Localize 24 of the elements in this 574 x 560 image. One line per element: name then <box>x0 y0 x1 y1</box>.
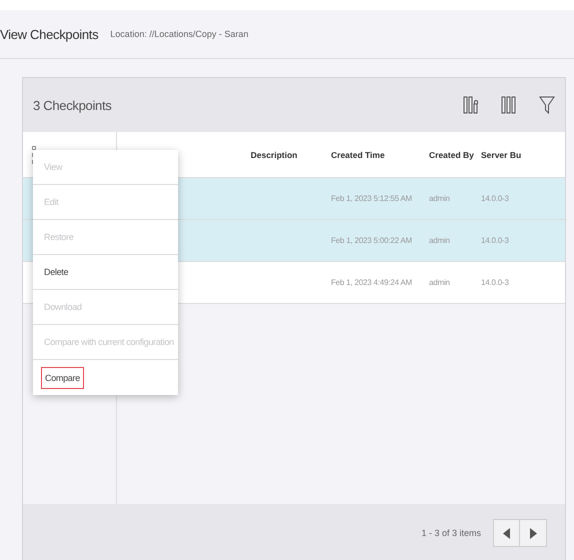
table-cell-text: admin <box>428 278 451 287</box>
table-cell-text: 14.0.0-3 <box>480 278 510 287</box>
column-header[interactable]: Created Time <box>327 150 425 160</box>
left-triangle-icon <box>503 528 510 538</box>
table-cell-text: 14.0.0-3 <box>480 194 510 203</box>
column-lock-icon[interactable] <box>463 95 479 115</box>
page-title: View Checkpoints <box>0 26 98 42</box>
column-header[interactable]: Description <box>217 150 327 160</box>
table-cell-text: Feb 1, 2023 4:49:24 AM <box>330 278 413 287</box>
menu-item[interactable]: Delete <box>41 262 72 282</box>
column-header[interactable]: Server Bu <box>477 150 565 160</box>
menu-item[interactable]: Compare <box>41 366 84 388</box>
pagination-summary: 1 - 3 of 3 items <box>421 528 481 538</box>
table-cell-text: Feb 1, 2023 5:12:55 AM <box>330 194 413 203</box>
right-triangle-icon <box>530 528 536 538</box>
columns-icon[interactable] <box>501 95 517 115</box>
filter-icon[interactable] <box>539 95 555 115</box>
card-title: 3 Checkpoints <box>33 98 112 112</box>
column-header[interactable]: Created By <box>425 150 477 160</box>
table-cell-text: Feb 1, 2023 5:00:22 AM <box>330 236 413 245</box>
table-cell-text: admin <box>428 236 451 245</box>
location-path: Location: //Locations/Copy - Saran <box>110 29 248 39</box>
table-cell-text: 14.0.0-3 <box>480 236 510 245</box>
table-cell-text: admin <box>428 194 451 203</box>
